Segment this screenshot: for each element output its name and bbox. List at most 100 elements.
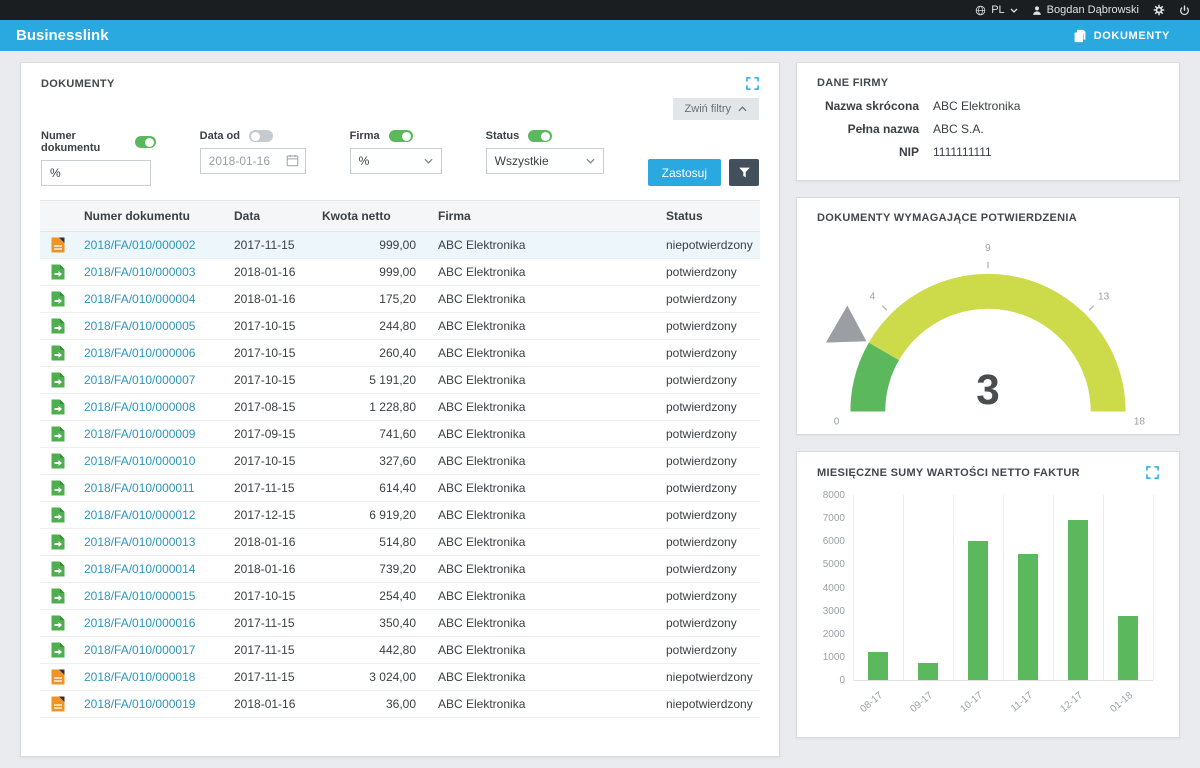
document-link[interactable]: 2018/FA/010/000006 — [84, 346, 195, 360]
language-selector[interactable]: PL — [975, 4, 1018, 16]
filter-status-select[interactable]: Wszystkie — [485, 148, 604, 174]
cell-amount: 244,80 — [312, 312, 428, 340]
bar-12-17[interactable] — [1068, 519, 1088, 680]
document-link[interactable]: 2018/FA/010/000008 — [84, 400, 195, 414]
filter-numer: Numer dokumentu — [41, 130, 156, 186]
document-link[interactable]: 2018/FA/010/000010 — [84, 454, 195, 468]
filter-date-input[interactable] — [199, 148, 306, 174]
collapse-filters-button[interactable]: Zwiń filtry — [672, 98, 759, 120]
x-axis-label: 01-18 — [1108, 690, 1136, 715]
company-panel-title: DANE FIRMY — [817, 77, 889, 89]
document-link[interactable]: 2018/FA/010/000015 — [84, 589, 195, 603]
filter-toggle-numer[interactable] — [134, 136, 156, 148]
table-row[interactable]: 2018/FA/010/000005 2017-10-15 244,80 ABC El… — [40, 312, 760, 340]
cell-amount: 254,40 — [312, 582, 428, 610]
table-row[interactable]: 2018/FA/010/000002 2017-11-15 999,00 ABC El… — [40, 231, 760, 259]
navbar: Businesslink DOKUMENTY — [0, 20, 1200, 51]
table-row[interactable]: 2018/FA/010/000016 2017-11-15 350,40 ABC El… — [40, 609, 760, 637]
table-row[interactable]: 2018/FA/010/000019 2018-01-16 36,00 ABC Ele… — [40, 690, 760, 718]
collapse-filters-label: Zwiń filtry — [684, 103, 731, 115]
table-row[interactable]: 2018/FA/010/000013 2018-01-16 514,80 ABC El… — [40, 528, 760, 556]
gridline — [853, 495, 854, 680]
brand-logo[interactable]: Businesslink — [16, 27, 109, 44]
language-label: PL — [991, 4, 1005, 16]
cell-company: ABC Elektronika — [428, 258, 656, 286]
document-link[interactable]: 2018/FA/010/000019 — [84, 697, 195, 711]
bar-10-17[interactable] — [968, 540, 988, 680]
cell-company: ABC Elektronika — [428, 582, 656, 610]
cell-amount: 3 024,00 — [312, 663, 428, 691]
user-name: Bogdan Dąbrowski — [1046, 4, 1139, 16]
document-link[interactable]: 2018/FA/010/000011 — [84, 481, 195, 495]
document-link[interactable]: 2018/FA/010/000005 — [84, 319, 195, 333]
cell-status: niepotwierdzony — [656, 690, 760, 718]
cell-amount: 999,00 — [312, 231, 428, 259]
cell-company: ABC Elektronika — [428, 393, 656, 421]
nav-documents[interactable]: DOKUMENTY — [1073, 29, 1184, 43]
globe-icon — [975, 5, 986, 15]
cell-date: 2017-10-15 — [224, 312, 312, 340]
cell-status: potwierdzony — [656, 285, 760, 313]
bar-11-17[interactable] — [1018, 554, 1038, 680]
document-link[interactable]: 2018/FA/010/000009 — [84, 427, 195, 441]
document-confirmed-icon — [51, 480, 65, 495]
document-link[interactable]: 2018/FA/010/000002 — [84, 238, 195, 252]
table-row[interactable]: 2018/FA/010/000003 2018-01-16 999,00 ABC El… — [40, 258, 760, 286]
gauge-panel-title: DOKUMENTY WYMAGAJĄCE POTWIERDZENIA — [817, 212, 1077, 224]
filter-status-label: Status — [485, 130, 520, 142]
expand-icon — [746, 77, 759, 90]
document-link[interactable]: 2018/FA/010/000018 — [84, 670, 195, 684]
filter-toggle-data_od[interactable] — [248, 130, 273, 142]
document-link[interactable]: 2018/FA/010/000014 — [84, 562, 195, 576]
filter-funnel-button[interactable] — [729, 159, 759, 186]
table-row[interactable]: 2018/FA/010/000012 2017-12-15 6 919,20 ABC … — [40, 501, 760, 529]
y-axis-label: 8000 — [822, 490, 845, 501]
filter-firma-select[interactable]: % — [349, 148, 442, 174]
documents-panel: DOKUMENTY Zwiń filtry Numer dokumentu % … — [20, 62, 780, 757]
document-link[interactable]: 2018/FA/010/000012 — [84, 508, 195, 522]
cell-company: ABC Elektronika — [428, 420, 656, 448]
apply-button[interactable]: Zastosuj — [647, 159, 721, 186]
header-status: Status — [656, 200, 760, 232]
expand-documents-button[interactable] — [746, 77, 759, 90]
filter-firma-value: % — [358, 154, 370, 168]
company-panel: DANE FIRMY Nazwa skrócona ABC Elektronik… — [796, 62, 1180, 181]
table-row[interactable]: 2018/FA/010/000017 2017-11-15 442,80 ABC El… — [40, 636, 760, 664]
document-confirmed-icon — [51, 291, 65, 306]
document-link[interactable]: 2018/FA/010/000013 — [84, 535, 195, 549]
x-axis-label: 08-17 — [858, 690, 886, 715]
cell-company: ABC Elektronika — [428, 447, 656, 475]
cell-amount: 36,00 — [312, 690, 428, 718]
table-row[interactable]: 2018/FA/010/000018 2017-11-15 3 024,00 ABC … — [40, 663, 760, 691]
document-link[interactable]: 2018/FA/010/000007 — [84, 373, 195, 387]
bar-01-18[interactable] — [1118, 615, 1138, 680]
table-row[interactable]: 2018/FA/010/000014 2018-01-16 739,20 ABC El… — [40, 555, 760, 583]
filter-numer-input[interactable] — [41, 160, 151, 186]
table-row[interactable]: 2018/FA/010/000008 2017-08-15 1 228,80 ABC … — [40, 393, 760, 421]
document-link[interactable]: 2018/FA/010/000004 — [84, 292, 195, 306]
table-row[interactable]: 2018/FA/010/000015 2017-10-15 254,40 ABC El… — [40, 582, 760, 610]
settings-button[interactable] — [1153, 4, 1165, 16]
document-link[interactable]: 2018/FA/010/000016 — [84, 616, 195, 630]
filter-toggle-status[interactable] — [528, 130, 553, 142]
table-row[interactable]: 2018/FA/010/000007 2017-10-15 5 191,20 ABC … — [40, 366, 760, 394]
table-row[interactable]: 2018/FA/010/000011 2017-11-15 614,40 ABC El… — [40, 474, 760, 502]
x-axis-line — [853, 680, 1153, 681]
table-row[interactable]: 2018/FA/010/000010 2017-10-15 327,60 ABC El… — [40, 447, 760, 475]
table-row[interactable]: 2018/FA/010/000004 2018-01-16 175,20 ABC El… — [40, 285, 760, 313]
gauge-tick-label: 13 — [1098, 292, 1110, 303]
table-row[interactable]: 2018/FA/010/000009 2017-09-15 741,60 ABC El… — [40, 420, 760, 448]
y-axis-label: 0 — [839, 675, 845, 686]
bar-08-17[interactable] — [868, 651, 888, 680]
bar-09-17[interactable] — [918, 662, 938, 680]
filter-toggle-firma[interactable] — [388, 130, 413, 142]
document-link[interactable]: 2018/FA/010/000017 — [84, 643, 195, 657]
document-link[interactable]: 2018/FA/010/000003 — [84, 265, 195, 279]
table-row[interactable]: 2018/FA/010/000006 2017-10-15 260,40 ABC El… — [40, 339, 760, 367]
logout-button[interactable] — [1179, 4, 1190, 16]
expand-chart-button[interactable] — [1146, 466, 1159, 479]
cell-date: 2017-10-15 — [224, 447, 312, 475]
gridline — [1153, 495, 1154, 680]
user-menu[interactable]: Bogdan Dąbrowski — [1032, 4, 1139, 16]
cell-status: potwierdzony — [656, 555, 760, 583]
